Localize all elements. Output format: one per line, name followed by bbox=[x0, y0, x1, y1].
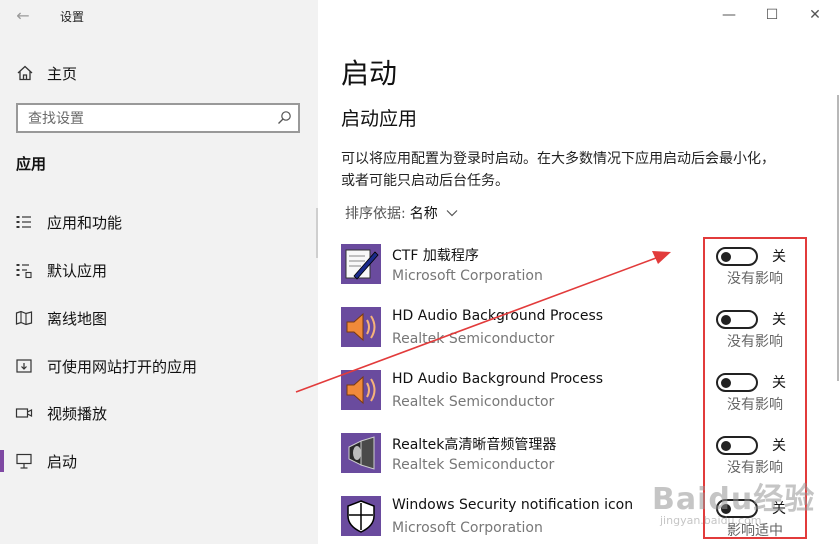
sidebar-item-label: 启动 bbox=[47, 452, 78, 471]
section-heading: 应用 bbox=[16, 155, 47, 173]
shield-icon bbox=[341, 496, 381, 536]
close-button[interactable]: ✕ bbox=[798, 4, 832, 26]
app-publisher: Realtek Semiconductor bbox=[392, 457, 555, 473]
sidebar-item-video-playback[interactable]: 视频播放 bbox=[0, 393, 318, 433]
page-title: 启动 bbox=[341, 57, 398, 90]
offline-maps-icon bbox=[15, 310, 33, 326]
home-icon bbox=[17, 65, 33, 81]
apps-for-websites-icon bbox=[16, 359, 32, 373]
description-text: 可以将应用配置为登录时启动。在大多数情况下应用启动后会最小化，或者可能只启动后台… bbox=[341, 151, 775, 189]
window-title: 设置 bbox=[60, 10, 85, 24]
sidebar-item-label: 可使用网站打开的应用 bbox=[47, 357, 198, 376]
minimize-icon: — bbox=[722, 7, 736, 23]
home-label: 主页 bbox=[47, 64, 78, 83]
apps-features-icon bbox=[16, 216, 31, 228]
default-apps-icon bbox=[16, 264, 32, 279]
sort-dropdown[interactable]: 排序依据: 名称 bbox=[345, 203, 458, 223]
sidebar-item-label: 离线地图 bbox=[47, 309, 108, 328]
speaker-icon bbox=[341, 370, 381, 410]
sort-value: 名称 bbox=[409, 206, 438, 222]
search-icon[interactable] bbox=[276, 110, 292, 126]
sidebar-item-label: 默认应用 bbox=[47, 261, 108, 280]
back-arrow-icon: ← bbox=[16, 6, 30, 25]
app-name: CTF 加载程序 bbox=[392, 248, 479, 264]
minimize-button[interactable]: — bbox=[712, 4, 746, 26]
back-button[interactable]: ← bbox=[10, 4, 36, 28]
sidebar-item-default-apps[interactable]: 默认应用 bbox=[0, 250, 318, 290]
home-nav-item[interactable]: 主页 bbox=[16, 61, 77, 85]
app-publisher: Microsoft Corporation bbox=[392, 520, 543, 536]
startup-icon bbox=[16, 453, 32, 469]
maximize-icon: ☐ bbox=[765, 7, 779, 23]
sidebar-item-startup[interactable]: 启动 bbox=[0, 441, 318, 481]
app-publisher: Realtek Semiconductor bbox=[392, 331, 555, 347]
speaker-icon bbox=[341, 307, 381, 347]
app-name: HD Audio Background Process bbox=[392, 371, 604, 387]
sidebar-item-label: 视频播放 bbox=[47, 404, 108, 423]
main-scrollbar[interactable] bbox=[837, 95, 839, 381]
sidebar-item-apps-for-websites[interactable]: 可使用网站打开的应用 bbox=[0, 346, 318, 386]
maximize-button[interactable]: ☐ bbox=[755, 4, 789, 26]
search-input[interactable] bbox=[26, 108, 270, 130]
app-name: HD Audio Background Process bbox=[392, 308, 604, 324]
realtek-audio-manager-icon bbox=[341, 433, 381, 473]
app-publisher: Realtek Semiconductor bbox=[392, 394, 555, 410]
app-publisher: Microsoft Corporation bbox=[392, 268, 543, 284]
titlebar-left: ← 设置 bbox=[0, 0, 318, 32]
sidebar-item-offline-maps[interactable]: 离线地图 bbox=[0, 298, 318, 338]
video-playback-icon bbox=[15, 408, 33, 418]
annotation-highlight-box bbox=[703, 237, 807, 539]
sidebar-item-label: 应用和功能 bbox=[47, 213, 123, 232]
sort-label: 排序依据: bbox=[345, 206, 406, 222]
search-box[interactable] bbox=[16, 103, 300, 133]
close-icon: ✕ bbox=[809, 7, 821, 23]
ctf-loader-icon bbox=[341, 244, 381, 284]
chevron-down-icon bbox=[446, 210, 458, 217]
sidebar-item-apps-features[interactable]: 应用和功能 bbox=[0, 202, 318, 242]
app-name: Realtek高清晰音频管理器 bbox=[392, 437, 557, 453]
app-name: Windows Security notification icon bbox=[392, 497, 634, 513]
settings-sidebar: ← 设置 主页 应用 应用和功能 默认应用 bbox=[0, 0, 318, 544]
section-title: 启动应用 bbox=[341, 108, 418, 130]
